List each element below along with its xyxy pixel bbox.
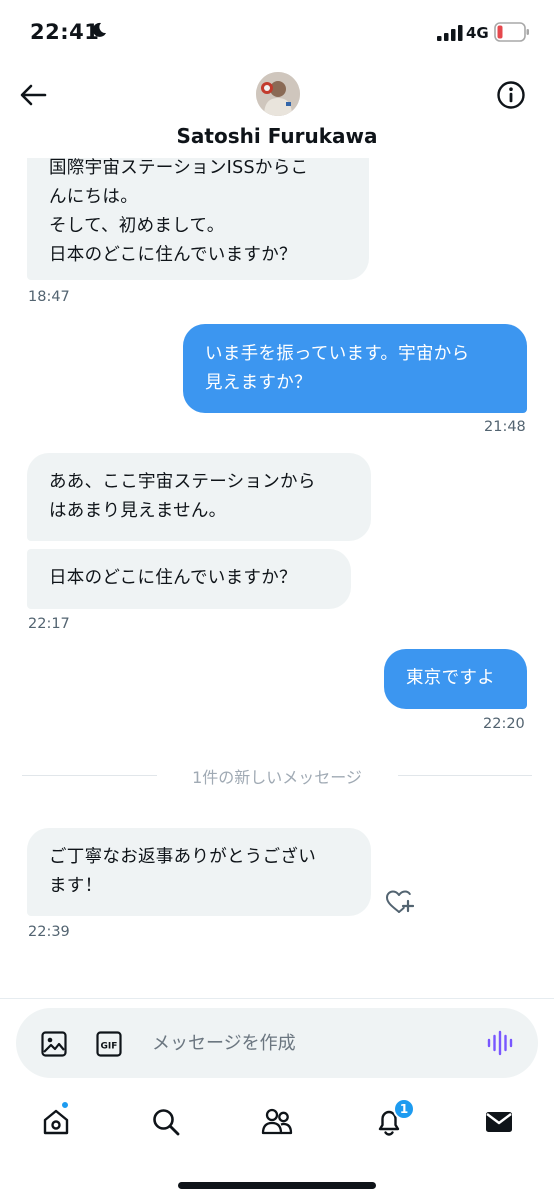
communities-icon [261, 1108, 293, 1135]
message-bubble-outgoing[interactable]: 東京ですよ [384, 649, 527, 709]
new-messages-divider: 1件の新しいメッセージ [192, 768, 362, 787]
image-icon[interactable] [40, 1030, 68, 1058]
tab-search[interactable] [146, 1102, 186, 1142]
search-icon [153, 1109, 180, 1136]
message-bubble-incoming[interactable]: ご丁寧なお返事ありがとうござい ます！ [27, 828, 371, 916]
home-indicator[interactable] [178, 1182, 376, 1189]
message-list[interactable]: 国際宇宙ステーションISSからこ んにちは。 そして、初めまして。 日本のどこに… [0, 158, 554, 998]
message-time: 22:39 [28, 924, 70, 940]
status-bar: 22:41 4G [0, 0, 554, 66]
bottom-tab-bar: 1 [0, 1090, 554, 1160]
divider-line [398, 775, 532, 776]
home-unread-dot [60, 1100, 70, 1110]
signal-icon [437, 25, 463, 41]
envelope-icon [486, 1112, 512, 1132]
battery-icon [494, 22, 529, 42]
message-time: 18:47 [28, 289, 70, 305]
conversation-header: Satoshi Furukawa [0, 66, 554, 158]
tab-messages[interactable] [479, 1102, 519, 1142]
status-time: 22:41 [30, 20, 100, 44]
back-arrow-icon[interactable] [18, 83, 48, 107]
message-time: 22:20 [483, 716, 525, 732]
moon-icon [92, 22, 106, 37]
composer-separator [0, 998, 554, 999]
voice-message-icon[interactable] [486, 1029, 514, 1057]
tab-communities[interactable] [257, 1102, 297, 1142]
message-bubble-incoming[interactable]: ああ、ここ宇宙ステーションから はあまり見えません。 [27, 453, 371, 541]
network-label: 4G [466, 24, 489, 42]
heart-add-icon[interactable] [384, 887, 414, 917]
message-composer: GIF [16, 1008, 538, 1078]
message-bubble-incoming[interactable]: 国際宇宙ステーションISSからこ んにちは。 そして、初めまして。 日本のどこに… [27, 158, 369, 280]
avatar-image [256, 72, 300, 116]
message-bubble-incoming[interactable]: 日本のどこに住んでいますか？ [27, 549, 351, 609]
contact-avatar[interactable] [256, 72, 300, 116]
notification-badge: 1 [393, 1098, 415, 1120]
gif-icon[interactable]: GIF [95, 1030, 123, 1058]
contact-name[interactable]: Satoshi Furukawa [0, 124, 554, 148]
info-icon[interactable] [496, 80, 526, 110]
message-time: 21:48 [484, 419, 526, 435]
message-bubble-outgoing[interactable]: いま手を振っています。宇宙から 見えますか？ [183, 324, 527, 413]
tab-home[interactable] [36, 1102, 76, 1142]
message-input[interactable] [152, 1028, 452, 1058]
message-time: 22:17 [28, 616, 70, 632]
home-icon [43, 1109, 69, 1135]
svg-text:GIF: GIF [101, 1042, 118, 1052]
